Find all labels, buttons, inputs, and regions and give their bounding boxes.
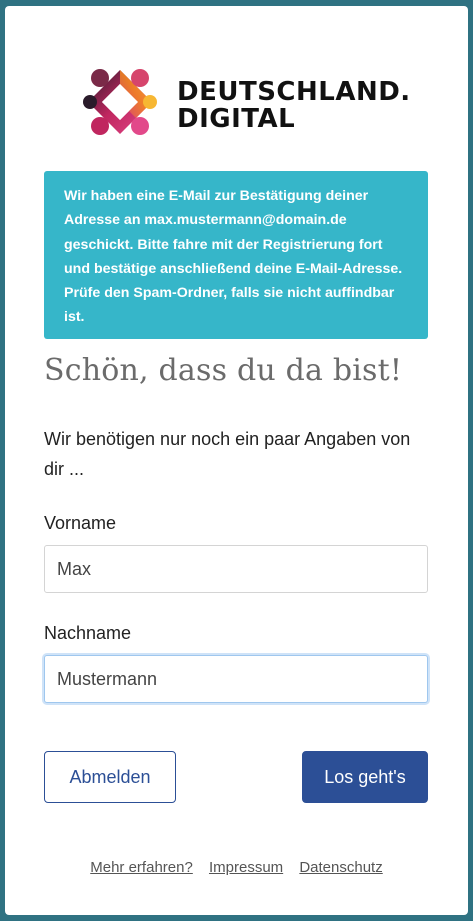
footer-links: Mehr erfahren? Impressum Datenschutz xyxy=(0,859,473,876)
page-title: Schön, dass du da bist! xyxy=(44,353,403,388)
last-name-label: Nachname xyxy=(44,623,132,643)
intro-text: Wir benötigen nur noch ein paar Angaben … xyxy=(44,429,411,479)
submit-button[interactable]: Los geht's xyxy=(302,751,428,803)
more-info-link[interactable]: Mehr erfahren? xyxy=(90,859,193,876)
imprint-link[interactable]: Impressum xyxy=(209,859,283,876)
logout-button[interactable]: Abmelden xyxy=(44,751,176,803)
brand-logo: DEUTSCHLAND. DIGITAL xyxy=(78,60,410,144)
brand-name-line2: DIGITAL xyxy=(177,104,296,134)
privacy-link[interactable]: Datenschutz xyxy=(299,859,382,876)
brand-name-line1: DEUTSCHLAND. xyxy=(177,77,411,107)
first-name-label: Vorname xyxy=(44,513,117,533)
last-name-field[interactable] xyxy=(44,655,428,703)
first-name-field[interactable] xyxy=(44,545,428,593)
info-alert: Wir haben eine E-Mail zur Bestätigung de… xyxy=(44,171,428,339)
logo-mark-icon xyxy=(83,69,157,135)
